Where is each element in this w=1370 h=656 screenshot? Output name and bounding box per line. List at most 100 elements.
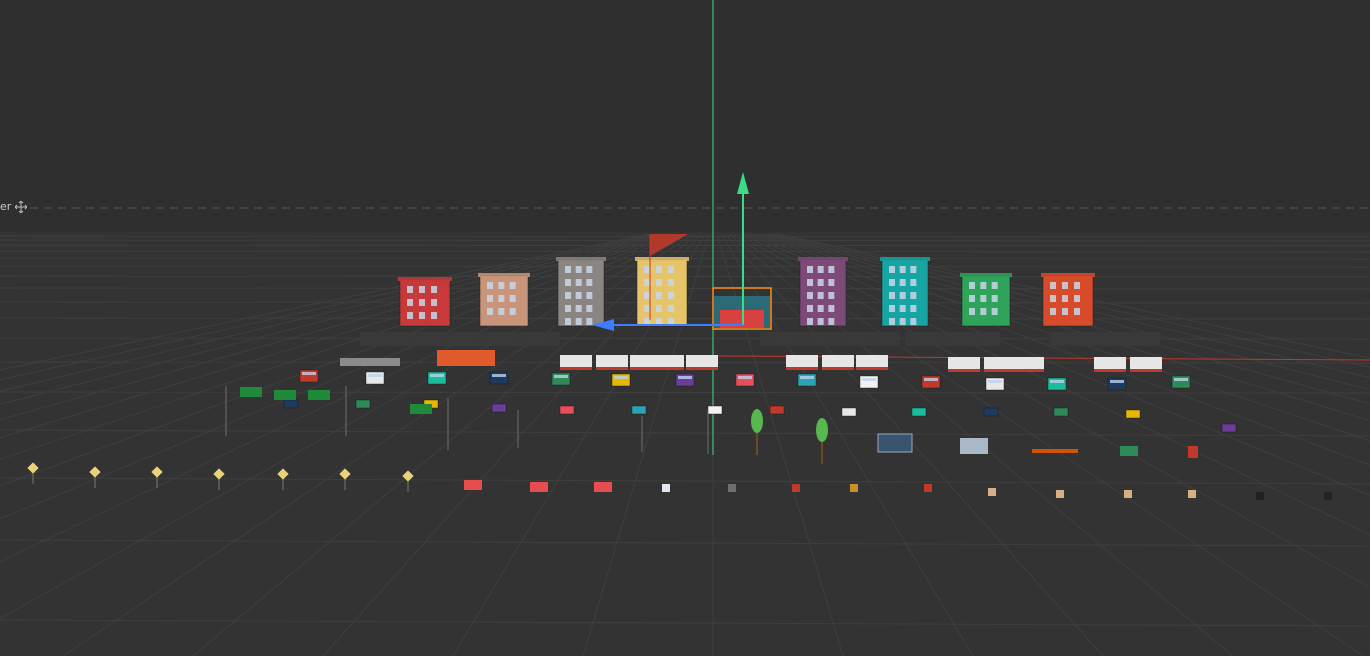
sidewalk-curb (822, 367, 854, 370)
building-window (1074, 308, 1080, 315)
building-window (668, 266, 674, 273)
vehicle (1171, 375, 1191, 389)
move-icon[interactable] (15, 201, 28, 213)
vehicle-window (368, 374, 382, 377)
road-tile (760, 332, 900, 346)
tree-canopy (751, 409, 763, 433)
vehicle-window (1110, 380, 1124, 383)
building-window (980, 282, 987, 289)
vehicle (797, 373, 817, 387)
vehicle-window (988, 380, 1002, 383)
building-window (899, 279, 906, 286)
building-window (565, 292, 571, 299)
scene-canvas[interactable] (0, 0, 1370, 656)
vehicle-window (554, 375, 568, 378)
sidewalk-curb (1130, 369, 1162, 372)
building-window (889, 279, 895, 286)
building-window (586, 318, 593, 325)
building-window (575, 266, 582, 273)
street-prop (1188, 490, 1196, 498)
sidewalk-block (984, 357, 1016, 369)
barrier (1032, 449, 1078, 453)
vehicle (985, 377, 1005, 391)
wall-segment (340, 358, 400, 366)
building-window (1050, 295, 1056, 302)
building-window (565, 305, 571, 312)
sidewalk-block (1094, 357, 1126, 369)
building-window (565, 318, 571, 325)
building-window (431, 286, 437, 293)
building-window (969, 308, 975, 315)
building-roof (798, 257, 848, 261)
vehicle (1107, 377, 1127, 391)
road-sign-green (410, 404, 432, 414)
car (983, 407, 999, 417)
car (1053, 407, 1069, 417)
building-window (910, 279, 917, 286)
small-house (437, 350, 495, 366)
building-roof (960, 273, 1012, 277)
sidewalk-curb (856, 367, 888, 370)
street-prop (662, 484, 670, 492)
sidewalk-block (822, 355, 854, 367)
scene-viewport[interactable]: er (0, 0, 1370, 656)
road-tile (360, 332, 560, 346)
building-window (575, 279, 582, 286)
sidewalk-curb (596, 367, 628, 370)
building-window (487, 295, 493, 302)
building-window (889, 305, 895, 312)
building-window (565, 279, 571, 286)
vehicle (921, 375, 941, 389)
building-window (889, 266, 895, 273)
car (283, 399, 299, 409)
building-window (575, 318, 582, 325)
building-window (509, 282, 516, 289)
vending-machine (1188, 446, 1198, 458)
building-window (644, 305, 650, 312)
sidewalk-curb (786, 367, 818, 370)
building-window (644, 279, 650, 286)
building-window (910, 305, 917, 312)
vehicle (611, 373, 631, 387)
street-prop (728, 484, 736, 492)
building-roof (556, 257, 606, 261)
building-window (807, 292, 813, 299)
building-window (817, 279, 824, 286)
vehicle-window (738, 376, 752, 379)
building-window (509, 295, 516, 302)
vehicle (1047, 377, 1067, 391)
building-window (498, 295, 505, 302)
building-window (980, 295, 987, 302)
building-window (644, 292, 650, 299)
sidewalk-block (948, 357, 980, 369)
building-window (487, 282, 493, 289)
building-window (575, 305, 582, 312)
building-window (910, 292, 917, 299)
building-roof (635, 257, 689, 261)
building-window (969, 282, 975, 289)
sidewalk-curb (652, 367, 684, 370)
corner-label-text: er (0, 200, 12, 213)
building-window (586, 305, 593, 312)
building-window (807, 266, 813, 273)
road-sign-green (274, 390, 296, 400)
street-prop (924, 484, 932, 492)
car (911, 407, 927, 417)
vehicle (299, 369, 319, 383)
vehicle (365, 371, 385, 385)
street-prop (850, 484, 858, 492)
building-window (817, 305, 824, 312)
street-prop (594, 482, 612, 492)
dumpster (1120, 446, 1138, 456)
street-prop (1256, 492, 1264, 500)
vehicle (427, 371, 447, 385)
car (841, 407, 857, 417)
building-window (586, 292, 593, 299)
car (769, 405, 785, 415)
sidewalk-block (1012, 357, 1044, 369)
building-window (969, 295, 975, 302)
building-window (487, 308, 493, 315)
street-prop (1124, 490, 1132, 498)
building-window (407, 299, 413, 306)
vehicle (675, 373, 695, 387)
